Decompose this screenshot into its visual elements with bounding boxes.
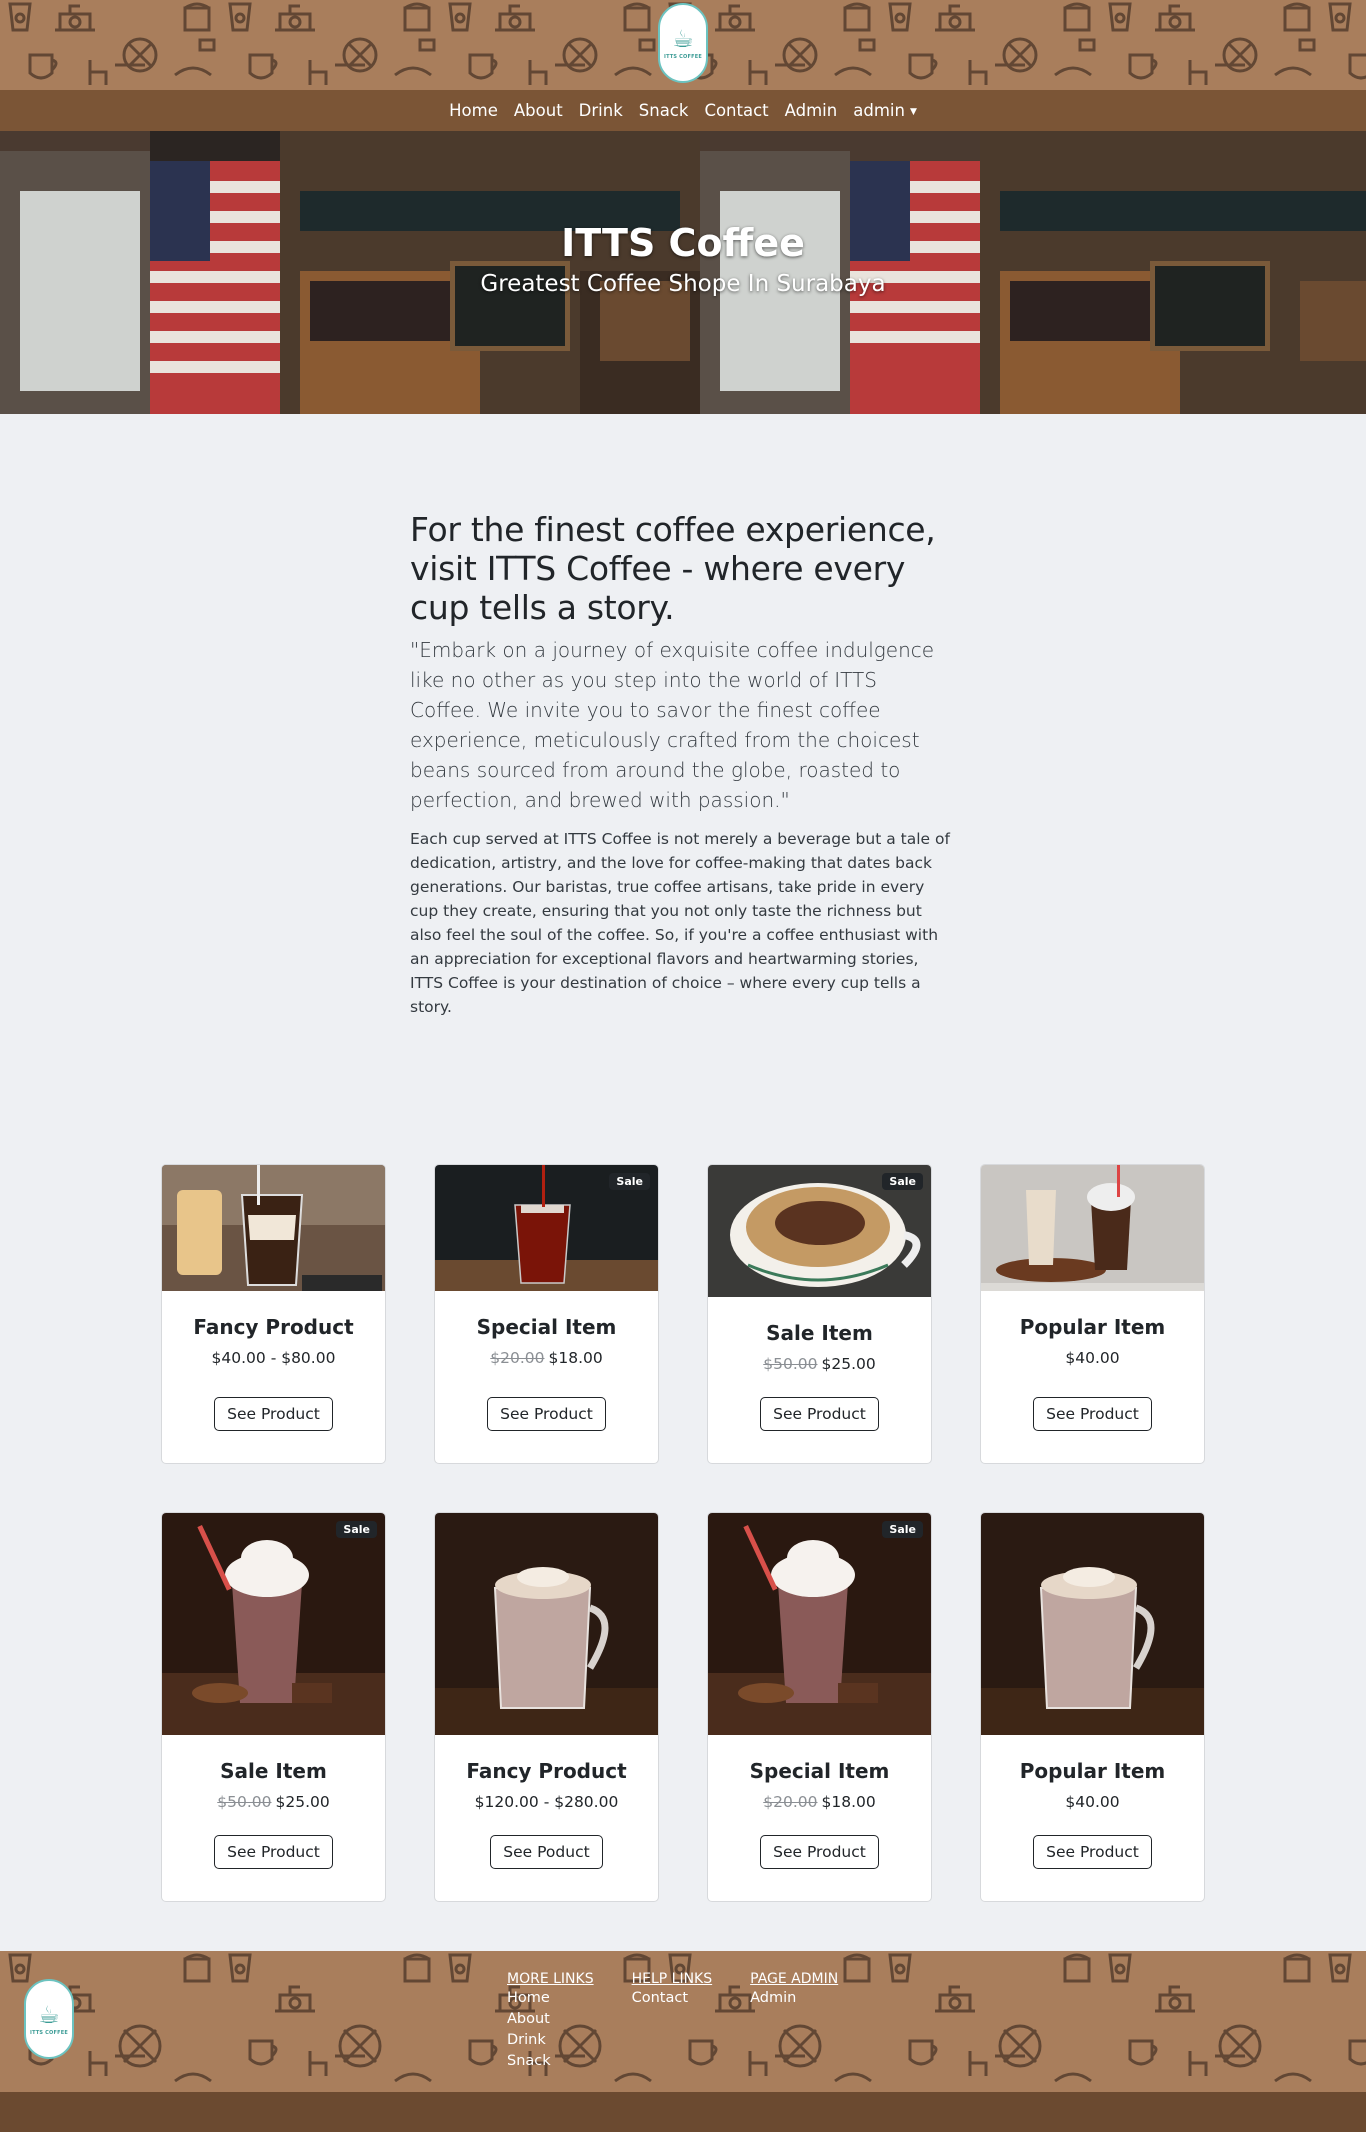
footer-column-more-links: MORE LINKS Home About Drink Snack	[507, 1971, 594, 2072]
footer-bottom-bar	[0, 2092, 1366, 2132]
product-name: Popular Item	[1019, 1315, 1166, 1339]
product-card: Popular Item $40.00 See Product	[980, 1512, 1205, 1902]
product-image-hot-chocolate[interactable]	[981, 1513, 1204, 1735]
sale-badge: Sale	[882, 1521, 923, 1538]
nav-snack[interactable]: Snack	[639, 101, 689, 120]
main-navbar: Home About Drink Snack Contact Admin adm…	[0, 90, 1366, 131]
footer-link-admin[interactable]: Admin	[750, 1988, 838, 2009]
site-footer: ☕ ITTS COFFEE MORE LINKS Home About Drin…	[0, 1951, 1366, 2092]
logo-text: ITTS COFFEE	[30, 2029, 68, 2036]
hero-subtitle: Greatest Coffee Shope In Surabaya	[480, 271, 886, 297]
nav-admin[interactable]: Admin	[785, 101, 838, 120]
about-heading: For the finest coffee experience, visit …	[410, 510, 936, 627]
footer-logo[interactable]: ☕ ITTS COFFEE	[24, 1979, 74, 2059]
site-logo[interactable]: ☕ ITTS COFFEE	[658, 3, 708, 83]
product-name: Special Item	[749, 1759, 890, 1783]
sale-price: $25.00	[821, 1355, 876, 1373]
old-price: $20.00	[490, 1349, 545, 1367]
product-name: Fancy Product	[193, 1315, 354, 1339]
see-product-button[interactable]: See Product	[1033, 1397, 1152, 1431]
old-price: $50.00	[217, 1793, 272, 1811]
sale-price: $18.00	[821, 1793, 876, 1811]
product-card: Sale Sale Item $50.00 $25.00 See Product	[707, 1164, 932, 1464]
old-price: $20.00	[763, 1793, 818, 1811]
product-card: Fancy Product $40.00 - $80.00 See Produc…	[161, 1164, 386, 1464]
product-name: Popular Item	[1019, 1759, 1166, 1783]
footer-column-help-links: HELP LINKS Contact	[632, 1971, 713, 2072]
product-image-chocolate-frappe[interactable]: Sale	[708, 1513, 931, 1735]
product-card: Popular Item $40.00 See Product	[980, 1164, 1205, 1464]
sale-badge: Sale	[882, 1173, 923, 1190]
product-name: Sale Item	[220, 1759, 327, 1783]
product-card: Sale Special Item $20.00 $18.00 See Produ…	[707, 1512, 932, 1902]
product-price: $20.00 $18.00	[708, 1793, 931, 1811]
product-image-milkshakes[interactable]	[981, 1165, 1204, 1291]
coffee-machine-icon: ☕	[672, 24, 694, 53]
see-product-button[interactable]: See Product	[214, 1835, 333, 1869]
about-body: Each cup served at ITTS Coffee is not me…	[410, 830, 950, 1016]
see-product-button[interactable]: See Product	[760, 1835, 879, 1869]
product-image-iced-coffee[interactable]	[162, 1165, 385, 1291]
footer-link-about[interactable]: About	[507, 2009, 594, 2030]
see-product-button[interactable]: See Product	[214, 1397, 333, 1431]
product-image-iced-americano[interactable]: Sale	[435, 1165, 658, 1291]
sale-badge: Sale	[609, 1173, 650, 1190]
product-card: Sale Special Item $20.00 $18.00 See Produ…	[434, 1164, 659, 1464]
product-image-cappuccino[interactable]: Sale	[708, 1165, 931, 1297]
footer-link-drink[interactable]: Drink	[507, 2030, 594, 2051]
nav-contact[interactable]: Contact	[704, 101, 768, 120]
product-image-hot-chocolate[interactable]	[435, 1513, 658, 1735]
product-card: Sale Sale Item $50.00 $25.00 See Product	[161, 1512, 386, 1902]
nav-home[interactable]: Home	[449, 101, 498, 120]
product-name: Sale Item	[766, 1321, 873, 1345]
logo-text: ITTS COFFEE	[664, 53, 702, 60]
user-name: admin	[853, 101, 905, 120]
product-card: Fancy Product $120.00 - $280.00 See Podu…	[434, 1512, 659, 1902]
footer-link-home[interactable]: Home	[507, 1988, 594, 2009]
sale-price: $25.00	[275, 1793, 330, 1811]
sale-price: $18.00	[548, 1349, 603, 1367]
footer-link-snack[interactable]: Snack	[507, 2051, 594, 2072]
hero-text: ITTS Coffee Greatest Coffee Shope In Sur…	[0, 221, 1366, 297]
product-image-chocolate-frappe[interactable]: Sale	[162, 1513, 385, 1735]
old-price: $50.00	[763, 1355, 818, 1373]
coffee-machine-icon: ☕	[38, 2000, 60, 2029]
product-price: $120.00 - $280.00	[474, 1793, 619, 1811]
product-price: $40.00 - $80.00	[211, 1349, 336, 1367]
see-product-button[interactable]: See Product	[760, 1397, 879, 1431]
hero-title: ITTS Coffee	[561, 221, 805, 265]
about-section: For the finest coffee experience, visit …	[410, 414, 950, 1019]
sale-badge: Sale	[336, 1521, 377, 1538]
product-price: $20.00 $18.00	[435, 1349, 658, 1367]
see-product-button[interactable]: See Poduct	[490, 1835, 603, 1869]
top-banner: ☕ ITTS COFFEE	[0, 0, 1366, 90]
product-price: $50.00 $25.00	[162, 1793, 385, 1811]
product-price: $40.00	[1065, 1349, 1120, 1367]
nav-about[interactable]: About	[514, 101, 563, 120]
product-name: Special Item	[476, 1315, 617, 1339]
footer-link-contact[interactable]: Contact	[632, 1988, 713, 2009]
nav-drink[interactable]: Drink	[579, 101, 623, 120]
footer-links: MORE LINKS Home About Drink Snack HELP L…	[507, 1971, 876, 2072]
see-product-button[interactable]: See Product	[487, 1397, 606, 1431]
product-price: $40.00	[1065, 1793, 1120, 1811]
caret-down-icon: ▼	[909, 106, 917, 117]
hero-section: ITTS Coffee Greatest Coffee Shope In Sur…	[0, 131, 1366, 414]
footer-column-title[interactable]: HELP LINKS	[632, 1971, 713, 1987]
footer-column-title[interactable]: MORE LINKS	[507, 1971, 594, 1987]
footer-column-page-admin: PAGE ADMIN Admin	[750, 1971, 838, 2072]
footer-column-title[interactable]: PAGE ADMIN	[750, 1971, 838, 1987]
about-lead: "Embark on a journey of exquisite coffee…	[410, 638, 935, 812]
user-dropdown[interactable]: admin ▼	[853, 101, 917, 120]
product-name: Fancy Product	[466, 1759, 627, 1783]
see-product-button[interactable]: See Product	[1033, 1835, 1152, 1869]
product-price: $50.00 $25.00	[708, 1355, 931, 1373]
